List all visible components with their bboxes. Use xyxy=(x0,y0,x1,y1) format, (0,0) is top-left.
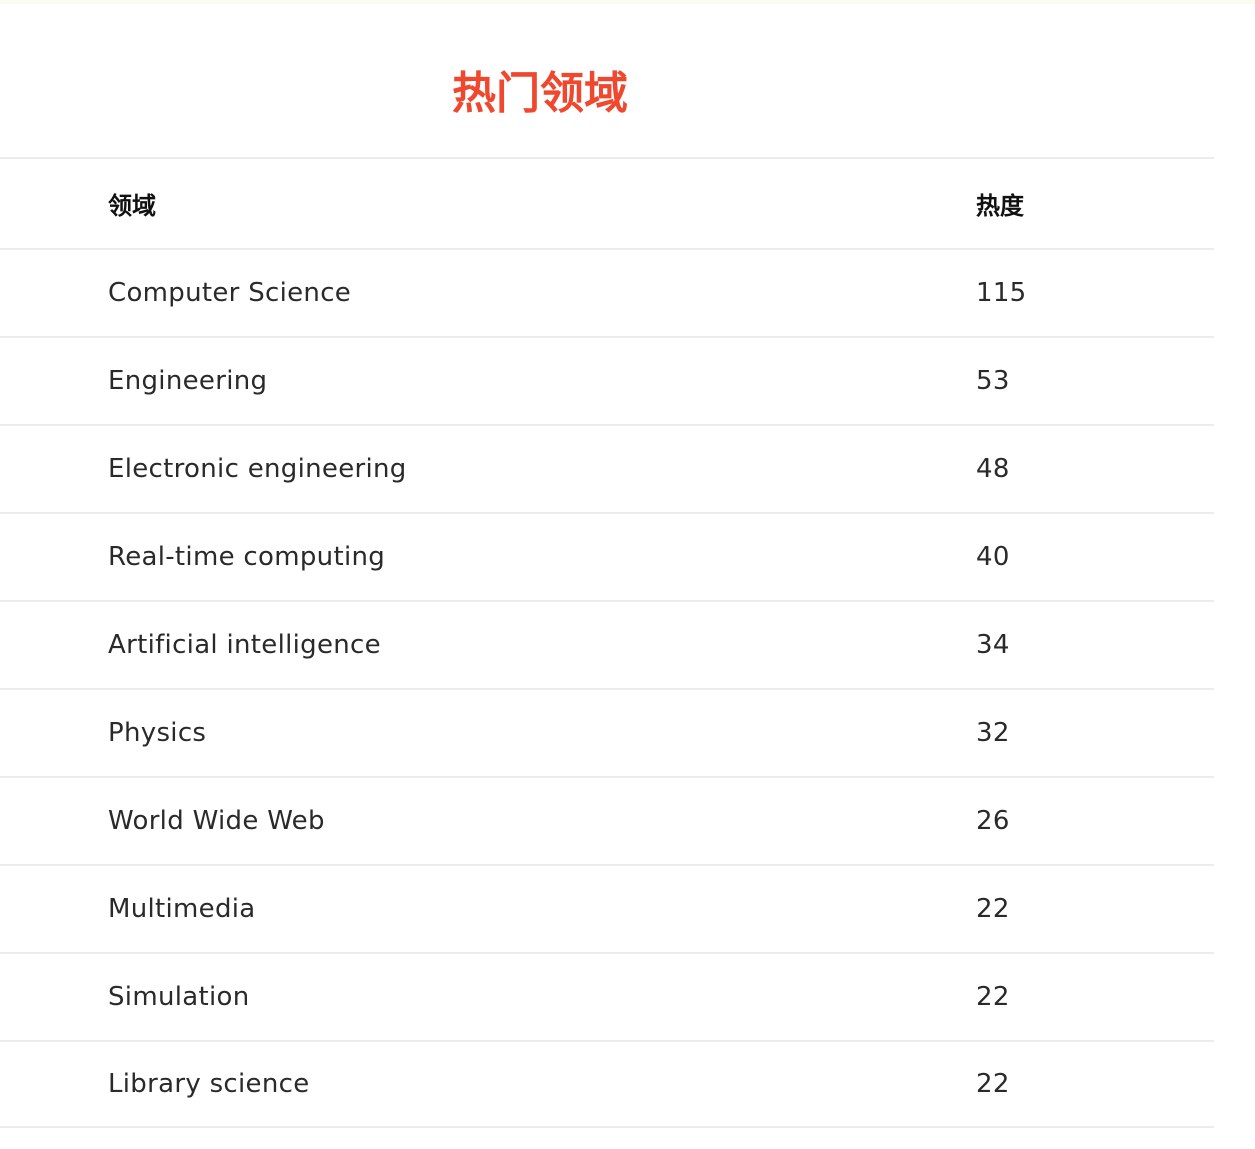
field-name: Multimedia xyxy=(108,894,256,924)
page-title: 热门领域 xyxy=(452,68,628,119)
field-heat: 26 xyxy=(976,806,1010,836)
field-heat: 22 xyxy=(976,982,1010,1012)
table-row: Computer Science 115 xyxy=(0,248,1214,336)
field-heat: 40 xyxy=(976,542,1010,572)
field-name: Artificial intelligence xyxy=(108,630,381,660)
field-heat: 53 xyxy=(976,366,1010,396)
field-heat: 115 xyxy=(976,278,1027,308)
table-row: World Wide Web 26 xyxy=(0,776,1214,864)
table-row: Artificial intelligence 34 xyxy=(0,600,1214,688)
table-row: Real-time computing 40 xyxy=(0,512,1214,600)
field-name: Library science xyxy=(108,1069,310,1099)
table-row: Simulation 22 xyxy=(0,952,1214,1040)
field-name: World Wide Web xyxy=(108,806,325,836)
field-name: Electronic engineering xyxy=(108,454,407,484)
table-row: Physics 32 xyxy=(0,688,1214,776)
column-header-heat: 热度 xyxy=(976,192,1024,220)
table-header-row: 领域 热度 xyxy=(0,157,1214,248)
field-heat: 32 xyxy=(976,718,1010,748)
field-name: Simulation xyxy=(108,982,250,1012)
field-heat: 22 xyxy=(976,894,1010,924)
field-heat: 34 xyxy=(976,630,1010,660)
field-heat: 48 xyxy=(976,454,1010,484)
field-name: Engineering xyxy=(108,366,268,396)
table-row: Electronic engineering 48 xyxy=(0,424,1214,512)
table-row: Library science 22 xyxy=(0,1040,1214,1128)
table-row: Multimedia 22 xyxy=(0,864,1214,952)
field-name: Computer Science xyxy=(108,278,352,308)
top-strip xyxy=(0,0,1255,4)
hot-fields-table: 领域 热度 Computer Science 115 Engineering 5… xyxy=(0,157,1214,1128)
field-heat: 22 xyxy=(976,1069,1010,1099)
field-name: Real-time computing xyxy=(108,542,386,572)
table-row: Engineering 53 xyxy=(0,336,1214,424)
column-header-field: 领域 xyxy=(108,192,156,220)
field-name: Physics xyxy=(108,718,207,748)
